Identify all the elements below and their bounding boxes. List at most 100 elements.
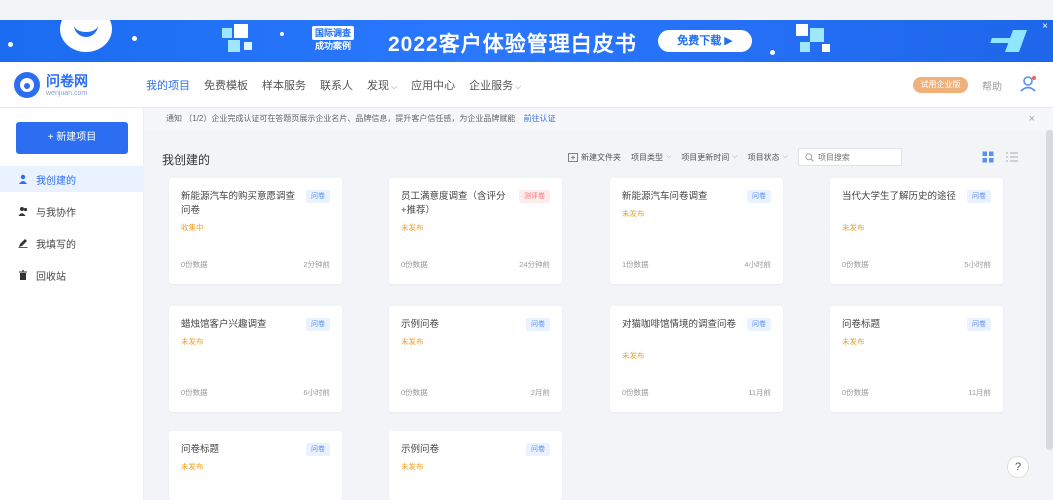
banner-download-button[interactable]: 免费下载 ▶ xyxy=(658,30,752,52)
project-type-badge: 问卷 xyxy=(747,318,771,331)
logo-text: 问卷网 wenjuan.com xyxy=(46,74,88,97)
project-card-title: 新能源汽车的购买意愿调查问卷 xyxy=(181,191,296,216)
project-search-input[interactable] xyxy=(817,152,898,162)
sidebar-item-label: 与我协作 xyxy=(36,207,76,219)
sidebar-item-label: 我创建的 xyxy=(36,175,76,187)
project-updated-time: 5小时前 xyxy=(964,260,991,269)
banner-close-icon[interactable]: × xyxy=(1039,21,1051,33)
chevron-down-icon: ⌵ xyxy=(782,153,788,160)
notice-close-icon[interactable]: × xyxy=(1029,108,1035,130)
project-data-count: 0份数据 xyxy=(842,260,869,269)
banner-ring-graphic xyxy=(60,20,112,52)
project-updated-time: 6小时前 xyxy=(303,388,330,397)
project-card[interactable]: 对猫咖啡馆情境的调查问卷 问卷未发布 0份数据 11月前 xyxy=(610,306,783,412)
nav-item[interactable]: 联系人 xyxy=(320,77,353,93)
project-card-title: 新能源汽车问卷调查 xyxy=(622,191,708,202)
project-card[interactable]: 问卷标题 问卷 未发布 0份数据 11月前 xyxy=(830,306,1003,412)
project-data-count: 0份数据 xyxy=(622,388,649,397)
filter-update-time[interactable]: 项目更新时间 ⌵ xyxy=(681,152,737,163)
promo-banner[interactable]: 国际调查 成功案例 2022客户体验管理白皮书 免费下载 ▶ × xyxy=(0,20,1053,62)
filter-project-type[interactable]: 项目类型 ⌵ xyxy=(631,152,671,163)
project-type-badge: 问卷 xyxy=(306,443,330,456)
chevron-down-icon: ⌵ xyxy=(515,82,522,91)
nav-item[interactable]: 应用中心 xyxy=(411,77,455,93)
chevron-down-icon: ⌵ xyxy=(391,82,398,91)
nav-item[interactable]: 企业服务 ⌵ xyxy=(469,77,521,93)
sidebar-item[interactable]: 回收站 xyxy=(0,262,144,288)
project-updated-time: 2分钟前 xyxy=(303,260,330,269)
new-folder-button[interactable]: 新建文件夹 xyxy=(568,152,621,163)
trial-enterprise-button[interactable]: 试用企业版 xyxy=(913,77,968,93)
project-search[interactable] xyxy=(797,148,902,166)
filter-project-status[interactable]: 项目状态 ⌵ xyxy=(748,152,788,163)
banner-case-tag-line2: 成功案例 xyxy=(314,41,351,51)
project-card[interactable]: 蜡烛馆客户兴趣调查 问卷 未发布 0份数据 6小时前 xyxy=(169,306,342,412)
filter-update-time-label: 项目更新时间 xyxy=(681,152,730,162)
project-data-count: 1份数据 xyxy=(622,260,649,269)
nav-item-label: 发现 xyxy=(367,80,389,92)
project-toolbar: 新建文件夹 项目类型 ⌵ 项目更新时间 ⌵ 项目状态 ⌵ xyxy=(568,148,902,166)
project-updated-time: 2月前 xyxy=(530,388,550,397)
project-status-badge: 未发布 xyxy=(181,337,204,346)
project-type-badge: 问卷 xyxy=(526,318,550,331)
help-float-button[interactable]: ? xyxy=(1007,456,1029,478)
project-card[interactable]: 问卷标题 问卷 未发布 xyxy=(169,431,342,500)
project-updated-time: 11月前 xyxy=(748,388,771,397)
banner-decoration xyxy=(280,32,284,36)
chevron-down-icon: ⌵ xyxy=(732,153,738,160)
nav-item[interactable]: 发现 ⌵ xyxy=(367,77,397,93)
nav-item[interactable]: 我的项目 xyxy=(146,77,190,93)
project-status-badge: 未发布 xyxy=(622,351,645,360)
project-data-count: 0份数据 xyxy=(181,260,208,269)
new-project-button[interactable]: + 新建项目 xyxy=(16,122,128,154)
banner-headline: 2022客户体验管理白皮书 xyxy=(388,33,637,56)
project-card[interactable]: 新能源汽车问卷调查 问卷未发布 1份数据 4小时前 xyxy=(610,178,783,284)
notice-bar: 通知 （1/2）企业完成认证可在答题页展示企业名片、品牌信息，提升客户信任感，为… xyxy=(144,108,1053,130)
nav-item[interactable]: 免费模板 xyxy=(204,77,248,93)
filter-project-status-label: 项目状态 xyxy=(747,152,780,162)
project-card[interactable]: 新能源汽车的购买意愿调查问卷 问卷 收集中 0份数据 2分钟前 xyxy=(169,178,342,284)
project-type-badge: 问卷 xyxy=(967,318,991,331)
nav-item[interactable]: 样本服务 xyxy=(262,77,306,93)
project-status-badge: 未发布 xyxy=(842,337,865,346)
help-link[interactable]: 帮助 xyxy=(982,78,1002,93)
sidebar-item[interactable]: 我创建的 xyxy=(0,166,144,192)
project-type-badge: 问卷 xyxy=(967,190,991,203)
project-status-badge: 未发布 xyxy=(842,223,865,232)
main-nav: 我的项目 免费模板 样本服务 联系人 发现 ⌵ 应用中心 企业服务 ⌵ xyxy=(146,77,521,93)
sidebar-item[interactable]: 与我协作 xyxy=(0,198,144,224)
banner-pixel-graphic xyxy=(222,24,262,58)
project-type-badge: 问卷 xyxy=(306,318,330,331)
grid-view-icon[interactable] xyxy=(982,151,994,163)
project-type-badge: 问卷 xyxy=(306,190,330,203)
page-title: 我创建的 xyxy=(162,153,211,167)
sidebar-item[interactable]: 我填写的 xyxy=(0,230,144,256)
logo-icon xyxy=(14,72,40,98)
project-card-title: 当代大学生了解历史的途径 xyxy=(842,191,957,202)
project-card[interactable]: 员工满意度调查（含评分+推荐） 测评卷 未发布 0份数据 24分钟前 xyxy=(389,178,562,284)
list-view-icon[interactable] xyxy=(1006,151,1018,163)
new-folder-label: 新建文件夹 xyxy=(581,152,621,162)
top-navbar: 问卷网 wenjuan.com 我的项目 免费模板 样本服务 联系人 发现 ⌵ 应用中心 企业… xyxy=(0,62,1053,108)
banner-shape-graphic xyxy=(990,28,1033,56)
notice-certify-link[interactable]: 前往认证 xyxy=(524,114,556,123)
project-type-badge: 问卷 xyxy=(747,190,771,203)
user-avatar-icon[interactable] xyxy=(1018,74,1038,94)
logo[interactable]: 问卷网 wenjuan.com xyxy=(14,72,88,98)
project-status-badge: 未发布 xyxy=(622,209,645,218)
project-card-title: 对猫咖啡馆情境的调查问卷 xyxy=(622,319,737,330)
logo-name: 问卷网 xyxy=(46,72,88,89)
banner-pixel-graphic xyxy=(796,24,836,58)
page-scrollbar[interactable] xyxy=(1046,130,1053,450)
project-card[interactable]: 示例问卷 问卷 未发布 xyxy=(389,431,562,500)
sidebar: + 新建项目 我创建的与我协作我填写的回收站 xyxy=(0,108,144,500)
project-card[interactable]: 示例问卷 问卷 未发布 0份数据 2月前 xyxy=(389,306,562,412)
project-card[interactable]: 当代大学生了解历史的途径 问卷未发布 0份数据 5小时前 xyxy=(830,178,1003,284)
banner-decoration xyxy=(8,42,13,47)
project-card-title: 蜡烛馆客户兴趣调查 xyxy=(181,319,267,330)
search-icon xyxy=(805,152,814,162)
nav-item-label: 样本服务 xyxy=(262,80,306,92)
nav-item-label: 应用中心 xyxy=(411,80,456,92)
project-updated-time: 4小时前 xyxy=(744,260,771,269)
notice-text: 通知 （1/2）企业完成认证可在答题页展示企业名片、品牌信息，提升客户信任感，为… xyxy=(166,114,516,123)
